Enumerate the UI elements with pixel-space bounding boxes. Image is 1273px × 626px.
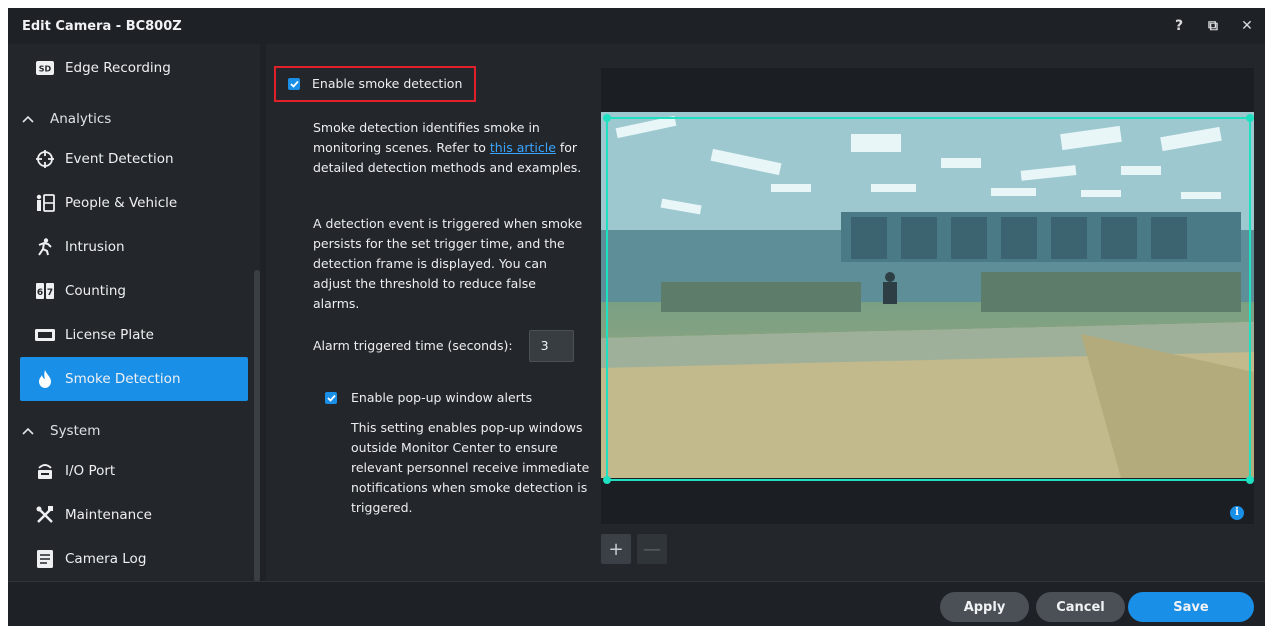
sidebar-item-counting[interactable]: 67 Counting xyxy=(20,269,248,313)
group-label: Analytics xyxy=(50,111,112,127)
edit-camera-dialog: Edit Camera - BC800Z ? ⧉ ✕ SD Edge Recor… xyxy=(8,8,1265,626)
zone-handle[interactable] xyxy=(603,114,611,122)
sidebar-item-edge-recording[interactable]: SD Edge Recording xyxy=(20,46,248,90)
sidebar-item-label: Counting xyxy=(65,283,126,299)
description-paragraph-2: A detection event is triggered when smok… xyxy=(313,216,583,311)
popup-alert-row: Enable pop-up window alerts xyxy=(325,388,532,408)
sidebar-item-license-plate[interactable]: License Plate xyxy=(20,313,248,357)
dialog-footer: Apply Cancel Save xyxy=(8,581,1265,626)
zone-handle[interactable] xyxy=(603,476,611,484)
alarm-time-row: Alarm triggered time (seconds): 3 xyxy=(313,330,585,362)
sidebar-item-intrusion[interactable]: Intrusion xyxy=(20,225,248,269)
license-plate-icon xyxy=(34,326,56,344)
svg-text:6: 6 xyxy=(37,288,43,298)
sidebar-item-label: Intrusion xyxy=(65,239,125,255)
group-analytics[interactable]: Analytics xyxy=(22,104,252,134)
sidebar: SD Edge Recording Analytics Event Detect… xyxy=(8,44,260,581)
sidebar-item-label: Edge Recording xyxy=(65,60,171,76)
group-label: System xyxy=(50,423,101,439)
sidebar-item-io-port[interactable]: I/O Port xyxy=(20,449,248,493)
alarm-time-input[interactable]: 3 xyxy=(528,330,574,362)
flame-icon xyxy=(34,370,56,388)
detection-zone[interactable] xyxy=(603,114,1254,484)
svg-text:7: 7 xyxy=(47,288,53,298)
description-paragraph-1: Smoke detection identifies smoke in moni… xyxy=(313,118,585,178)
sidebar-item-label: People & Vehicle xyxy=(65,195,178,211)
title-bar: Edit Camera - BC800Z ? ⧉ ✕ xyxy=(8,8,1265,44)
sidebar-item-smoke-detection[interactable]: Smoke Detection xyxy=(20,357,248,401)
popup-alert-label: Enable pop-up window alerts xyxy=(351,390,533,405)
popup-alert-checkbox[interactable] xyxy=(325,392,337,404)
log-icon xyxy=(34,550,56,568)
sidebar-item-label: I/O Port xyxy=(65,463,116,479)
close-icon[interactable]: ✕ xyxy=(1239,18,1255,34)
this-article-link[interactable]: this article xyxy=(490,140,556,155)
save-button[interactable]: Save xyxy=(1128,592,1254,622)
sidebar-item-maintenance[interactable]: Maintenance xyxy=(20,493,248,537)
zone-handle[interactable] xyxy=(1246,476,1254,484)
cancel-button[interactable]: Cancel xyxy=(1036,592,1125,622)
sidebar-item-label: Event Detection xyxy=(65,151,174,167)
sidebar-item-label: Camera Log xyxy=(65,551,147,567)
crosshair-icon xyxy=(34,150,56,168)
apply-button[interactable]: Apply xyxy=(940,592,1029,622)
group-system[interactable]: System xyxy=(22,416,252,446)
sidebar-item-label: Maintenance xyxy=(65,507,152,523)
sidebar-item-camera-log[interactable]: Camera Log xyxy=(20,537,248,581)
counter-icon: 67 xyxy=(34,282,56,300)
camera-preview xyxy=(601,68,1254,524)
sidebar-item-label: Smoke Detection xyxy=(65,371,181,387)
enable-smoke-detection-label: Enable smoke detection xyxy=(312,76,463,91)
chevron-up-icon xyxy=(22,425,40,438)
enable-smoke-detection-highlight: Enable smoke detection xyxy=(274,66,476,102)
sidebar-item-people-vehicle[interactable]: People & Vehicle xyxy=(20,181,248,225)
popup-alert-description: This setting enables pop-up windows outs… xyxy=(351,420,590,515)
zoom-out-button[interactable]: — xyxy=(637,534,667,564)
sidebar-item-label: License Plate xyxy=(65,327,154,343)
smoke-detection-settings: Enable smoke detection Smoke detection i… xyxy=(274,44,594,581)
alarm-time-label: Alarm triggered time (seconds): xyxy=(313,338,513,353)
zoom-in-button[interactable]: + xyxy=(601,534,631,564)
svg-text:SD: SD xyxy=(39,65,52,74)
people-vehicle-icon xyxy=(34,194,56,212)
dialog-title: Edit Camera - BC800Z xyxy=(22,18,182,34)
help-icon[interactable]: ? xyxy=(1171,18,1187,34)
panel-divider xyxy=(260,44,266,581)
io-port-icon xyxy=(34,462,56,480)
zone-handle[interactable] xyxy=(1246,114,1254,122)
sd-card-icon: SD xyxy=(34,59,56,77)
info-icon[interactable]: i xyxy=(1230,506,1244,520)
window-controls: ? ⧉ ✕ xyxy=(1171,8,1255,44)
running-person-icon xyxy=(34,238,56,256)
chevron-up-icon xyxy=(22,113,40,126)
restore-icon[interactable]: ⧉ xyxy=(1205,18,1221,34)
sidebar-item-event-detection[interactable]: Event Detection xyxy=(20,137,248,181)
tools-icon xyxy=(34,506,56,524)
enable-smoke-detection-checkbox[interactable] xyxy=(288,78,300,90)
